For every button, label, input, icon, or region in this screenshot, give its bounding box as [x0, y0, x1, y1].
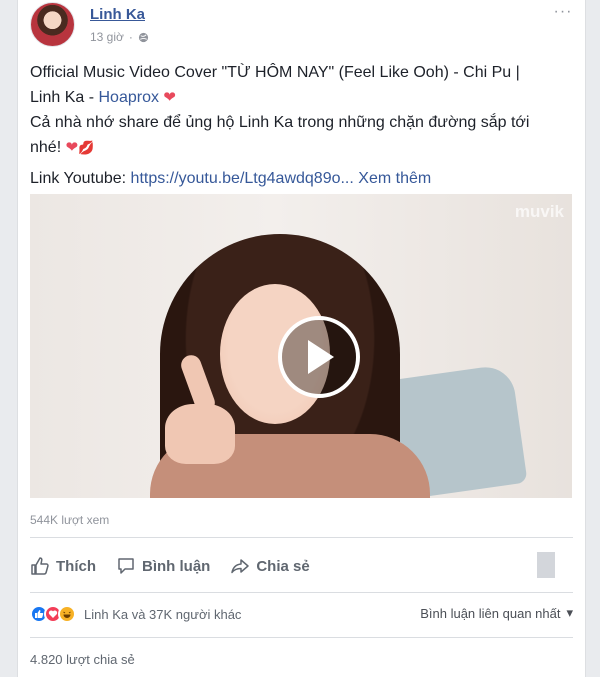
view-count: 544K lượt xem [30, 513, 110, 527]
thumbs-up-icon [31, 557, 49, 575]
like-label: Thích [56, 557, 96, 575]
post-body: Official Music Video Cover "TỪ HÔM NAY" … [30, 60, 570, 191]
comment-button[interactable]: Bình luận [116, 556, 210, 576]
share-icon [231, 559, 250, 574]
chevron-down-icon: ▾ [566, 605, 573, 620]
kiss-icon: 💋 [78, 140, 95, 155]
comment-label: Bình luận [142, 557, 211, 575]
heart-icon: ❤ [65, 139, 79, 156]
post-card: Linh Ka 13 giờ · ··· Official Music Vide… [17, 0, 586, 677]
post-time[interactable]: 13 giờ [90, 30, 124, 44]
post-meta: 13 giờ · [90, 30, 149, 44]
video-player[interactable]: muvik [30, 194, 572, 498]
divider [30, 537, 573, 538]
youtube-link[interactable]: https://youtu.be/Ltg4awdq89o... [131, 170, 354, 187]
comment-sort-dropdown[interactable]: Bình luận liên quan nhất ▾ [420, 605, 573, 621]
share-button[interactable]: Chia sẻ [230, 556, 310, 576]
post-line: Official Music Video Cover "TỪ HÔM NAY" … [30, 64, 520, 81]
globe-icon [138, 32, 149, 43]
post-line: nhé! ❤💋 [30, 139, 95, 156]
share-count[interactable]: 4.820 lượt chia sẻ [30, 652, 135, 667]
post-line: Linh Ka - Hoaprox ❤ [30, 89, 176, 106]
play-button[interactable] [278, 316, 360, 398]
muvik-watermark: muvik [514, 202, 564, 221]
youtube-line: Link Youtube: https://youtu.be/Ltg4awdq8… [30, 170, 432, 187]
comment-icon [118, 558, 134, 574]
hoaprox-link[interactable]: Hoaprox [98, 89, 158, 106]
post-line: Cả nhà nhớ share để ủng hộ Linh Ka trong… [30, 114, 530, 131]
comment-sort-label: Bình luận liên quan nhất [420, 605, 561, 621]
viewer-avatar[interactable] [537, 552, 555, 578]
heart-icon: ❤ [163, 89, 176, 106]
divider [30, 637, 573, 638]
play-icon [308, 340, 334, 374]
author-name[interactable]: Linh Ka [90, 6, 145, 23]
haha-reaction-icon [58, 605, 76, 623]
see-more-link[interactable]: Xem thêm [358, 170, 431, 187]
author-avatar[interactable] [30, 2, 75, 47]
like-button[interactable]: Thích [30, 556, 96, 576]
more-options-button[interactable]: ··· [551, 2, 575, 22]
action-bar: Thích Bình luận Chia sẻ [30, 552, 310, 580]
divider [30, 592, 573, 593]
share-label: Chia sẻ [256, 557, 310, 575]
reaction-summary[interactable]: Linh Ka và 37K người khác [30, 605, 241, 623]
reaction-count: Linh Ka và 37K người khác [84, 606, 242, 622]
